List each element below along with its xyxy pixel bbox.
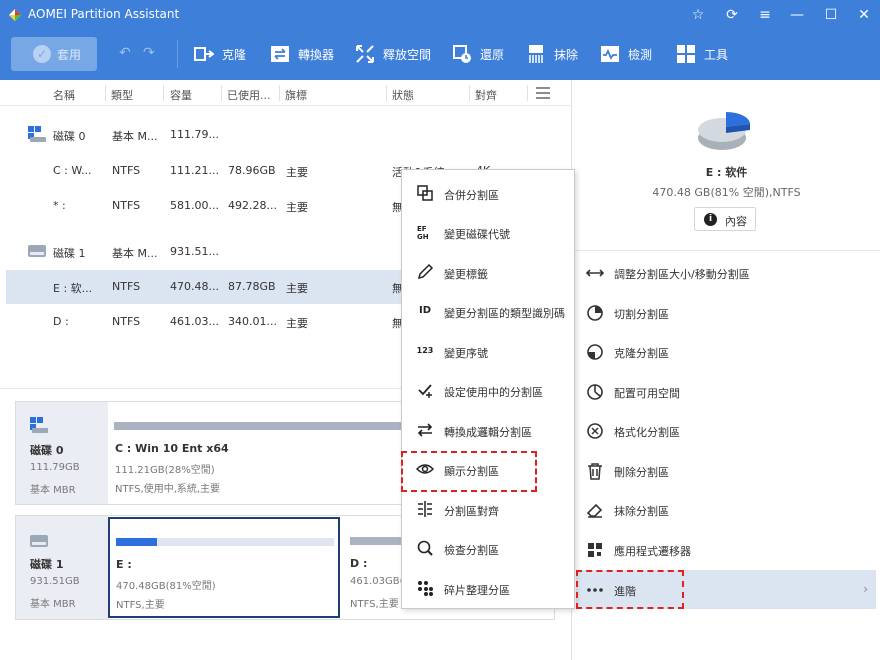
- column-divider: [527, 85, 528, 101]
- op-format-partition[interactable]: 格式化分割區: [576, 411, 876, 450]
- column-divider: [105, 85, 106, 101]
- redo-icon[interactable]: ↷: [143, 45, 155, 61]
- partition-e-block[interactable]: E : 470.48GB(81%空閒) NTFS,主要: [108, 517, 340, 618]
- toolbar-divider: [177, 40, 178, 68]
- allocate-icon: [587, 384, 603, 400]
- properties-button[interactable]: i 內容: [694, 207, 756, 231]
- id-icon: ID: [418, 305, 432, 316]
- partition-table-header: 名稱 類型 容量 已使用... 旗標 狀態 對齊: [0, 80, 570, 106]
- minimize-icon[interactable]: —: [785, 3, 809, 27]
- disk0-info[interactable]: 磁碟 0 111.79GB 基本 MBR: [16, 402, 108, 504]
- table-row-disk0[interactable]: 磁碟 0 基本 M... 111.79...: [6, 118, 570, 152]
- menu-change-label[interactable]: 變更標籤: [402, 252, 574, 291]
- selected-partition-title: E : 软件: [705, 166, 748, 179]
- column-divider: [469, 85, 470, 101]
- partition-pie-icon: [698, 112, 750, 150]
- defrag-icon: [418, 581, 433, 596]
- convert-icon: [271, 46, 289, 62]
- info-icon: i: [704, 213, 717, 226]
- menu-change-serial[interactable]: 123 變更序號: [402, 331, 574, 370]
- disk-icon: [30, 417, 48, 433]
- app-mover-icon: [588, 543, 602, 557]
- selected-partition-info: 470.48 GB(81% 空閒),NTFS: [652, 186, 801, 199]
- svg-text:GH: GH: [417, 233, 429, 241]
- op-wipe-partition[interactable]: 抹除分割區: [576, 490, 876, 529]
- disk-icon: [30, 535, 48, 547]
- divider: [572, 250, 880, 251]
- apply-button[interactable]: ✓ 套用: [11, 37, 97, 71]
- format-icon: [587, 423, 603, 439]
- highlight-advanced: [576, 570, 684, 609]
- set-active-icon: [418, 384, 432, 398]
- toolbar: ✓ 套用 ↶ ↷ 克隆 轉換器 釋放空間 還原 抹除 檢測 工具: [0, 30, 880, 80]
- op-clone-partition[interactable]: 克隆分割區: [576, 332, 876, 371]
- highlight-unhide-partition: [401, 451, 537, 492]
- serial-icon: 123: [416, 346, 434, 355]
- op-delete-partition[interactable]: 刪除分割區: [576, 451, 876, 490]
- svg-text:EF: EF: [417, 225, 427, 233]
- col-name[interactable]: 名稱: [53, 87, 75, 103]
- clone-partition-icon: [587, 344, 603, 360]
- menu-icon[interactable]: ≡: [753, 3, 777, 27]
- menu-merge-partitions[interactable]: 合併分割區: [402, 173, 574, 212]
- merge-icon: [417, 185, 433, 201]
- wipe-icon: [529, 45, 543, 63]
- partition-usage-bar: [116, 538, 334, 546]
- col-type[interactable]: 類型: [111, 87, 133, 103]
- check-partition-icon: [417, 540, 433, 556]
- eraser-icon: [586, 503, 603, 518]
- menu-change-drive-letter[interactable]: EF GH 變更磁碟代號: [402, 212, 574, 251]
- clone-icon: [194, 47, 214, 61]
- split-icon: [587, 305, 603, 321]
- check-icon: ✓: [33, 45, 51, 63]
- column-divider: [221, 85, 222, 101]
- advanced-context-menu: 合併分割區 EF GH 變更磁碟代號 變更標籤 ID 變更分割區的類型識別碼 12…: [401, 169, 575, 609]
- col-status[interactable]: 狀態: [392, 87, 414, 103]
- window-title: AOMEI Partition Assistant: [28, 7, 180, 21]
- col-align[interactable]: 對齊: [475, 87, 497, 103]
- refresh-icon[interactable]: ⟳: [720, 3, 744, 27]
- test-icon: [601, 46, 619, 62]
- column-divider: [386, 85, 387, 101]
- chevron-right-icon: ›: [863, 582, 868, 596]
- menu-check-partition[interactable]: 檢查分割區: [402, 528, 574, 567]
- menu-change-type-id[interactable]: ID 變更分割區的類型識別碼: [402, 291, 574, 330]
- col-capacity[interactable]: 容量: [170, 87, 192, 103]
- delete-icon: [588, 463, 602, 480]
- op-allocate-space[interactable]: 配置可用空間: [576, 372, 876, 411]
- drive-letter-icon: EFGH: [417, 225, 429, 241]
- op-resize-partition[interactable]: 調整分割區大小/移動分割區: [576, 253, 876, 292]
- disk1-info[interactable]: 磁碟 1 931.51GB 基本 MBR: [16, 516, 108, 619]
- tools-icon: [677, 45, 695, 63]
- op-split-partition[interactable]: 切割分割區: [576, 293, 876, 332]
- disk-icon: [28, 126, 46, 142]
- col-flag[interactable]: 旗標: [285, 87, 307, 103]
- restore-icon: [453, 45, 471, 63]
- column-settings-icon[interactable]: [536, 87, 550, 99]
- menu-align-partition[interactable]: 分割區對齊: [402, 489, 574, 528]
- op-app-mover[interactable]: 應用程式遷移器: [576, 530, 876, 569]
- app-logo-icon: [9, 9, 21, 21]
- maximize-icon[interactable]: ☐: [819, 3, 843, 27]
- menu-convert-logical[interactable]: 轉換成邏輯分割區: [402, 410, 574, 449]
- free-space-icon: [356, 45, 374, 63]
- title-bar: AOMEI Partition Assistant ☆ ⟳ ≡ — ☐ ✕: [0, 0, 880, 30]
- menu-set-active[interactable]: 設定使用中的分割區: [402, 370, 574, 409]
- resize-icon: [586, 269, 604, 277]
- col-used[interactable]: 已使用...: [227, 87, 271, 103]
- align-icon: [418, 501, 432, 517]
- disk-icon: [28, 245, 46, 257]
- star-icon[interactable]: ☆: [686, 3, 710, 27]
- undo-icon[interactable]: ↶: [119, 45, 131, 61]
- close-icon[interactable]: ✕: [852, 3, 876, 27]
- column-divider: [163, 85, 164, 101]
- convert-logical-icon: [417, 423, 433, 437]
- pencil-icon: [417, 263, 434, 280]
- menu-defrag[interactable]: 碎片整理分區: [402, 568, 574, 607]
- column-divider: [279, 85, 280, 101]
